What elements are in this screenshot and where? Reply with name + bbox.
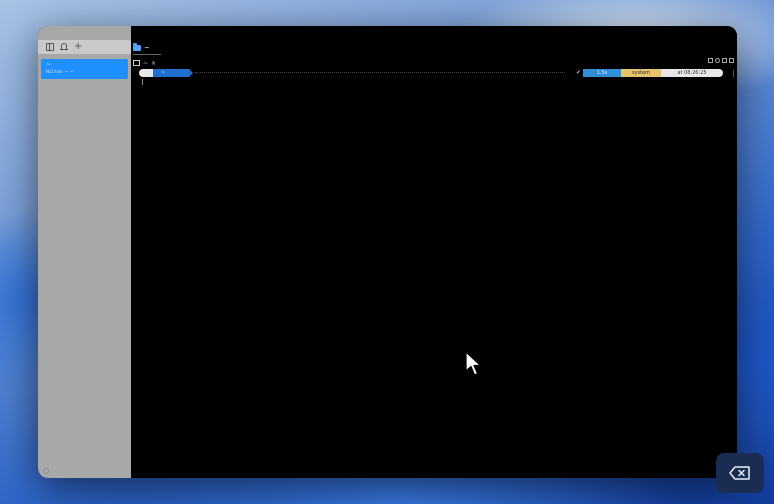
globe-icon[interactable]	[715, 58, 720, 63]
directory-segment: ~	[153, 69, 193, 77]
backspace-button[interactable]	[716, 453, 764, 493]
terminal-area[interactable]: ~ ~ × ~ ✔ 1.5s system at 08:26:25	[131, 26, 737, 478]
window-title: ~	[133, 42, 150, 54]
sidebar: + ~ Hilton ~ ~	[38, 26, 131, 478]
directory-text: ~	[161, 70, 166, 76]
mouse-pointer-icon	[465, 351, 483, 381]
check-icon: ✔	[575, 69, 581, 76]
sidebar-item-subtitle: Hilton ~ ~	[46, 70, 74, 75]
tab-close-button[interactable]: ×	[151, 60, 156, 67]
prompt-filler	[195, 72, 565, 73]
window-title-text: ~	[144, 44, 150, 52]
sidebar-item-home[interactable]: ~ Hilton ~ ~	[41, 59, 128, 79]
context-segment: system	[621, 69, 661, 77]
sidebar-toolbar: +	[38, 40, 131, 54]
scrollbar[interactable]	[733, 70, 734, 77]
folder-icon	[133, 43, 141, 51]
sidebar-toggle-icon[interactable]	[46, 43, 54, 51]
bell-icon[interactable]	[60, 43, 68, 51]
plus-icon[interactable]: +	[74, 42, 82, 52]
backspace-icon	[729, 466, 750, 480]
shell-prompt: ~ ✔ 1.5s system at 08:26:25	[139, 69, 723, 77]
terminal-window: + ~ Hilton ~ ~ ~ ~ × ~ ✔ 1.5s system at …	[38, 26, 737, 478]
title-underline	[133, 54, 161, 55]
sidebar-item-title: ~	[46, 61, 52, 68]
clock-segment: at 08:26:25	[661, 69, 723, 77]
split-vertical-icon[interactable]	[729, 58, 734, 63]
terminal-icon	[133, 60, 140, 66]
duration-segment: 1.5s	[583, 69, 621, 77]
settings-icon[interactable]	[43, 468, 49, 474]
edit-icon[interactable]	[722, 58, 727, 63]
pane-controls	[708, 58, 734, 63]
split-horizontal-icon[interactable]	[708, 58, 713, 63]
terminal-tab[interactable]: ~ ×	[133, 58, 156, 68]
terminal-tab-label: ~	[143, 59, 149, 67]
text-cursor	[142, 79, 143, 85]
os-segment	[139, 69, 153, 77]
